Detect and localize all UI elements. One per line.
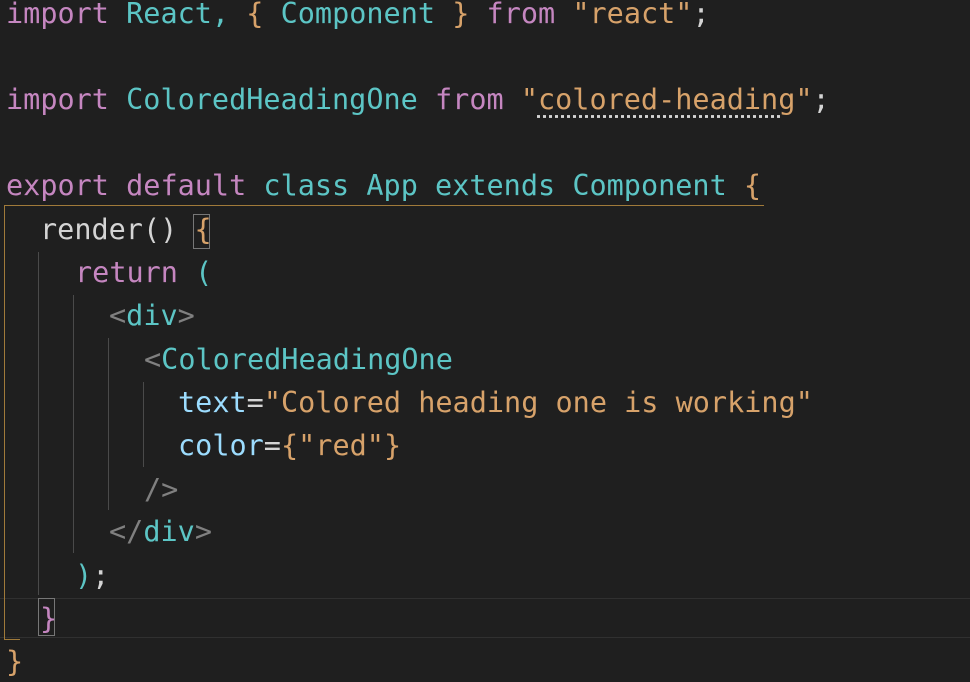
angle-open: < bbox=[144, 343, 162, 376]
string-quote-close: " bbox=[795, 83, 813, 116]
keyword-import: import bbox=[6, 83, 109, 116]
brace-close: } bbox=[383, 429, 402, 462]
equals-sign: = bbox=[246, 386, 264, 419]
attribute-color: color bbox=[178, 429, 264, 462]
keyword-export: export bbox=[6, 169, 109, 202]
brace-open: { bbox=[743, 169, 762, 202]
angle-open-close: </ bbox=[109, 515, 144, 548]
attribute-text: text bbox=[178, 386, 247, 419]
semicolon: ; bbox=[812, 83, 830, 116]
identifier-app: App bbox=[366, 169, 418, 202]
keyword-default: default bbox=[126, 169, 247, 202]
code-line-5[interactable]: export default class App extends Compone… bbox=[6, 166, 761, 206]
code-line-7[interactable]: return ( bbox=[75, 253, 212, 293]
code-line-6[interactable]: render() { bbox=[40, 210, 212, 250]
brace-open: { bbox=[280, 429, 299, 462]
angle-close: > bbox=[177, 299, 195, 332]
code-line-1[interactable]: import React, { Component } from "react"… bbox=[6, 0, 710, 34]
angle-open: < bbox=[109, 299, 127, 332]
brace-open: { bbox=[246, 0, 264, 30]
keyword-extends: extends bbox=[435, 169, 556, 202]
code-line-12[interactable]: /> bbox=[144, 470, 178, 510]
keyword-import: import bbox=[6, 0, 109, 30]
keyword-from: from bbox=[486, 0, 556, 30]
code-line-15[interactable]: } bbox=[40, 599, 57, 639]
indent-guide bbox=[143, 382, 144, 467]
code-editor[interactable]: import React, { Component } from "react"… bbox=[0, 0, 970, 682]
indent-guide bbox=[38, 252, 39, 595]
identifier-react: React, bbox=[126, 0, 230, 30]
code-line-16[interactable]: } bbox=[6, 642, 23, 682]
identifier-colored-heading-one: ColoredHeadingOne bbox=[126, 83, 418, 116]
brace-open: { bbox=[194, 213, 212, 246]
string-quote-open: " bbox=[520, 83, 538, 116]
indent-guide bbox=[73, 295, 74, 553]
keyword-class: class bbox=[263, 169, 350, 202]
equals-sign: = bbox=[263, 429, 281, 462]
tag-div: div bbox=[126, 299, 178, 332]
code-line-13[interactable]: </div> bbox=[109, 512, 212, 552]
code-line-11[interactable]: color={"red"} bbox=[178, 426, 401, 466]
keyword-from: from bbox=[435, 83, 504, 116]
semicolon: ; bbox=[92, 559, 110, 592]
tag-div: div bbox=[143, 515, 195, 548]
identifier-component: Component bbox=[280, 0, 436, 30]
method-render: render() bbox=[40, 213, 178, 246]
string-color-value: "red" bbox=[298, 429, 384, 462]
code-line-14[interactable]: ); bbox=[75, 556, 109, 596]
active-scope-indicator-bottom bbox=[4, 639, 20, 640]
self-closing-tag: /> bbox=[144, 473, 179, 506]
semicolon: ; bbox=[692, 0, 710, 30]
string-text-value: "Colored heading one is working" bbox=[263, 386, 813, 419]
tag-colored-heading-one: ColoredHeadingOne bbox=[161, 343, 453, 376]
paren-close: ) bbox=[75, 559, 93, 592]
identifier-component: Component bbox=[572, 169, 727, 202]
brace-close: } bbox=[452, 0, 470, 30]
string-module-warning[interactable]: colored-heading bbox=[538, 83, 795, 116]
code-line-3[interactable]: import ColoredHeadingOne from "colored-h… bbox=[6, 80, 830, 120]
brace-close: } bbox=[6, 645, 24, 678]
string-module: "react" bbox=[572, 0, 693, 30]
code-line-8[interactable]: <div> bbox=[109, 296, 195, 336]
paren-open: ( bbox=[195, 256, 213, 289]
code-line-10[interactable]: text="Colored heading one is working" bbox=[178, 383, 813, 423]
keyword-return: return bbox=[75, 256, 178, 289]
indent-guide bbox=[108, 338, 109, 510]
angle-close: > bbox=[194, 515, 212, 548]
brace-close: } bbox=[40, 602, 58, 635]
code-line-9[interactable]: <ColoredHeadingOne bbox=[144, 340, 453, 380]
